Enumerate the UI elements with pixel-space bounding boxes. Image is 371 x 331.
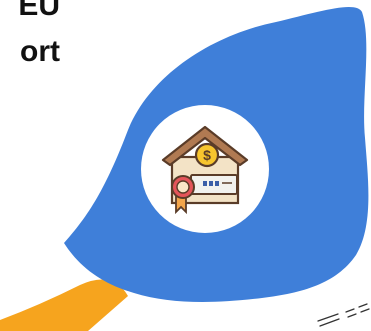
orange-accent-shape: [0, 279, 128, 331]
decorative-strokes: [317, 303, 370, 327]
illustration: $: [0, 6, 370, 331]
dollar-symbol: $: [203, 147, 211, 163]
